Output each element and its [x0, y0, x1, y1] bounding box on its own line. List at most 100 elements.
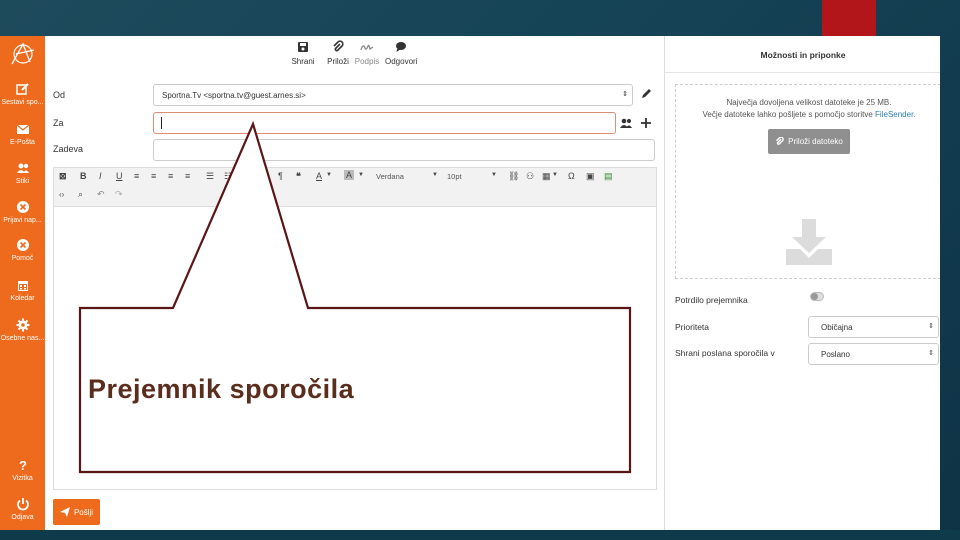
attach-file-button[interactable]: Priloži datoteko	[768, 129, 850, 154]
filesender-link[interactable]: FileSender.	[875, 110, 915, 119]
table-icon[interactable]: ▦	[542, 171, 551, 182]
link-icon[interactable]: ⛓	[508, 171, 519, 182]
subject-label: Zadeva	[53, 144, 84, 154]
chevron-down-icon[interactable]: ▼	[358, 172, 364, 178]
font-color-icon[interactable]: A	[316, 171, 322, 181]
reply-button[interactable]: Odgovori	[385, 40, 417, 66]
from-select[interactable]: Sportna.Tv <sportna.tv@guest.arnes.si> ⇕	[153, 84, 633, 106]
sidebar-item-contacts[interactable]: Stiki	[0, 161, 45, 186]
attach-button[interactable]: Priloži	[325, 40, 351, 66]
message-body-editor[interactable]	[53, 206, 657, 490]
sidebar-item-help[interactable]: Pomoč	[0, 238, 45, 263]
from-label: Od	[53, 90, 66, 100]
font-family-select[interactable]: Verdana	[376, 172, 404, 181]
callout-text: Prejemnik sporočila	[88, 374, 355, 404]
svg-text:?: ?	[19, 458, 27, 472]
paperclip-icon	[333, 40, 344, 52]
chevron-down-icon[interactable]: ▼	[326, 172, 332, 178]
webmail-window: Sestavi spo... E-Pošta Stiki Prijavi nap…	[0, 36, 940, 530]
save-button[interactable]: Shrani	[291, 40, 315, 66]
divider	[665, 72, 940, 73]
bottom-strip	[0, 530, 960, 540]
sidebar-item-compose[interactable]: Sestavi spo...	[0, 82, 45, 107]
align-justify-icon[interactable]: ≡	[185, 171, 190, 181]
subject-input[interactable]	[153, 139, 655, 161]
priority-select[interactable]: Običajna ⇕	[808, 316, 939, 338]
download-icon	[786, 219, 832, 265]
unlink-icon[interactable]: ⚇	[526, 171, 534, 182]
from-value: Sportna.Tv <sportna.tv@guest.arnes.si>	[162, 91, 306, 100]
align-center-icon[interactable]: ≡	[151, 171, 156, 181]
calendar-icon	[17, 281, 28, 291]
receipt-label: Potrdilo prejemnika	[675, 295, 748, 305]
sidebar-item-label: Sestavi spo...	[1, 99, 44, 106]
underline-icon[interactable]: U	[116, 171, 123, 181]
sidebar-item-label: Odjava	[11, 514, 34, 521]
save-sent-select[interactable]: Poslano ⇕	[808, 343, 939, 365]
chevron-down-icon[interactable]: ▼	[552, 172, 558, 178]
sidebar-item-label: Vizitka	[12, 475, 33, 482]
power-icon	[16, 498, 29, 511]
align-right-icon[interactable]: ≡	[168, 171, 173, 181]
x-circle-icon	[16, 239, 29, 251]
quote-icon[interactable]: ❝	[296, 171, 301, 182]
clear-format-icon[interactable]: ⊠	[59, 171, 67, 182]
signature-button[interactable]: Podpis	[354, 40, 380, 66]
select-arrows-icon: ⇕	[928, 350, 934, 357]
contacts-icon	[16, 163, 29, 173]
highlight-color-icon[interactable]: A	[344, 170, 355, 180]
upload-info: Največja dovoljena velikost datoteke je …	[676, 97, 940, 121]
sidebar-item-label: Koledar	[10, 295, 35, 302]
sidebar-item-calendar[interactable]: Koledar	[0, 278, 45, 303]
gear-icon	[16, 318, 29, 332]
paper-plane-icon	[59, 507, 70, 517]
select-arrows-icon: ⇕	[928, 323, 934, 330]
panel-title: Možnosti in priponke	[760, 50, 846, 60]
image-icon[interactable]: ▣	[586, 171, 595, 182]
select-arrows-icon: ⇕	[622, 91, 628, 98]
to-label: Za	[53, 118, 64, 128]
bold-icon[interactable]: B	[80, 171, 87, 181]
sidebar-item-label: Pomoč	[11, 255, 34, 262]
to-input[interactable]	[153, 112, 616, 134]
attachment-dropzone[interactable]: Največja dovoljena velikost datoteke je …	[675, 84, 940, 279]
floppy-disk-icon	[298, 42, 308, 52]
sidebar-item-business-card[interactable]: ? Vizitka	[0, 458, 45, 483]
sidebar-item-logout[interactable]: Odjava	[0, 497, 45, 522]
add-recipient-icon[interactable]	[640, 117, 652, 129]
sidebar: Sestavi spo... E-Pošta Stiki Prijavi nap…	[0, 36, 45, 530]
bullet-list-icon[interactable]: ☰	[206, 171, 214, 182]
arnes-logo-icon	[11, 42, 35, 65]
italic-icon[interactable]: I	[99, 171, 102, 181]
edit-pencil-icon[interactable]	[640, 88, 652, 100]
text-cursor	[161, 117, 162, 129]
sidebar-item-label: E-Pošta	[10, 139, 35, 146]
envelope-icon	[16, 124, 29, 134]
chevron-down-icon[interactable]: ▼	[432, 172, 438, 178]
editor-toolbar: ⊠ B I U ≡ ≡ ≡ ≡ ☰ ☷ ¶ ❝ A ▼ A ▼ Verdana …	[53, 167, 657, 206]
edit-icon	[15, 83, 29, 95]
question-icon: ?	[19, 458, 27, 472]
align-left-icon[interactable]: ≡	[134, 171, 139, 181]
paragraph-icon[interactable]: ¶	[278, 171, 283, 181]
sidebar-item-email[interactable]: E-Pošta	[0, 122, 45, 147]
numbered-list-icon[interactable]: ☷	[224, 171, 232, 182]
x-circle-icon	[16, 201, 29, 213]
chevron-down-icon[interactable]: ▼	[491, 172, 497, 178]
source-code-icon[interactable]: ‹›	[59, 190, 64, 199]
sidebar-item-label: Prijavi nap...	[3, 217, 42, 224]
address-book-icon[interactable]	[619, 117, 633, 129]
large-files-text: Večje datoteke lahko pošljete s pomočjo …	[702, 110, 873, 119]
sidebar-item-report-issue[interactable]: Prijavi nap...	[0, 200, 45, 225]
speech-bubble-icon	[396, 42, 406, 52]
sidebar-item-settings[interactable]: Osebne nas...	[0, 318, 45, 343]
font-size-select[interactable]: 10pt	[447, 172, 462, 181]
redo-icon[interactable]: ↷	[115, 189, 123, 200]
receipt-toggle[interactable]	[810, 292, 824, 301]
find-icon[interactable]: ⌕	[78, 189, 83, 200]
undo-icon[interactable]: ↶	[97, 189, 105, 200]
spreadsheet-icon[interactable]: ▤	[604, 171, 613, 182]
send-button[interactable]: Pošlji	[53, 499, 100, 525]
special-char-icon[interactable]: Ω	[568, 171, 575, 181]
red-accent-block	[822, 0, 876, 36]
